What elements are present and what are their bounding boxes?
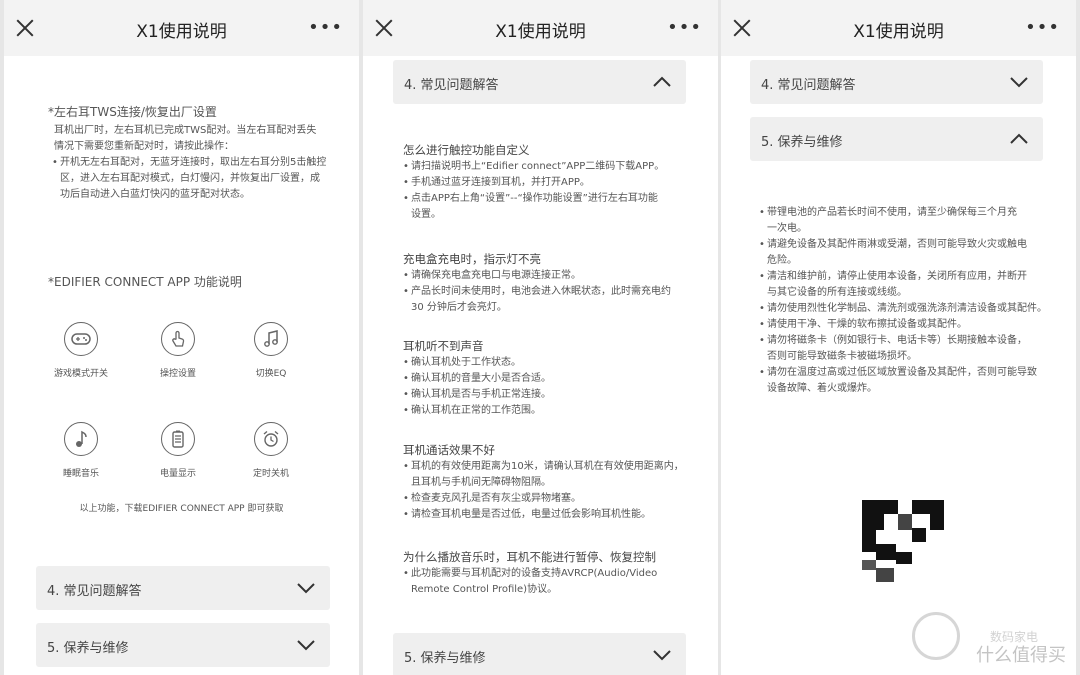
faq-answer: 耳机的有效使用距离为10米，请确认耳机在有效使用距离内，且耳机与手机间无障碍物阻…: [403, 459, 684, 491]
chevron-down-icon: [1010, 77, 1028, 88]
feature-switch-eq[interactable]: 切换EQ: [236, 322, 306, 379]
feature-game-mode[interactable]: 游戏模式开关: [46, 322, 116, 379]
faq-question-5: 为什么播放音乐时，耳机不能进行暂停、恢复控制: [403, 550, 656, 564]
accordion-faq-open[interactable]: 4. 常见问题解答: [393, 60, 686, 104]
chevron-down-icon: [297, 640, 315, 651]
accordion-maintenance-open[interactable]: 5. 保养与维修: [750, 117, 1043, 161]
music-note-icon: [254, 322, 288, 356]
gamepad-icon: [64, 322, 98, 356]
accordion-maintenance[interactable]: 5. 保养与维修: [36, 623, 330, 667]
panel-faq: X1使用说明 ••• 4. 常见问题解答 怎么进行触控功能自定义 请扫描说明书上…: [363, 0, 718, 675]
tws-paragraph: 耳机出厂时，左右耳机已完成TWS配对。当左右耳配对丢失 情况下需要您重新配对时，…: [54, 125, 317, 152]
more-icon[interactable]: •••: [308, 18, 343, 38]
maintenance-tip: 请使用干净、干燥的软布擦拭设备或其配件。: [759, 317, 967, 333]
touch-icon: [161, 322, 195, 356]
page-title: X1使用说明: [853, 22, 944, 42]
maintenance-tip: 请勿将磁条卡（例如银行卡、电话卡等）长期接触本设备，否则可能导致磁条卡被磁场损坏…: [759, 333, 1027, 365]
maintenance-tip: 请避免设备及其配件雨淋或受潮，否则可能导致火灾或触电危险。: [759, 237, 1027, 269]
watermark-text: 什么值得买: [976, 645, 1066, 666]
feature-touch-settings[interactable]: 操控设置: [143, 322, 213, 379]
maintenance-tip: 请勿使用烈性化学制品、清洗剂或强洗涤剂清洁设备或其配件。: [759, 301, 1047, 317]
chevron-down-icon: [653, 650, 671, 661]
app-section-title: *EDIFIER CONNECT APP 功能说明: [48, 275, 242, 289]
chevron-down-icon: [297, 583, 315, 594]
top-bar: X1使用说明 •••: [721, 0, 1076, 56]
accordion-faq[interactable]: 4. 常见问题解答: [36, 566, 330, 610]
faq-answer: 确认耳机的音量大小是否合适。: [403, 371, 551, 387]
tws-section-title: *左右耳TWS连接/恢复出厂设置: [48, 105, 217, 119]
maintenance-tip: 请勿在温度过高或过低区域放置设备及其配件，否则可能导致设备故障、着火或爆炸。: [759, 365, 1037, 397]
app-note: 以上功能，下载EDIFIER CONNECT APP 即可获取: [79, 504, 284, 514]
faq-question-4: 耳机通话效果不好: [403, 443, 495, 457]
maintenance-tip: 清洁和维护前，请停止使用本设备，关闭所有应用，并断开与其它设备的所有连接或线缆。: [759, 269, 1027, 301]
alarm-icon: [254, 422, 288, 456]
panel-overview: X1使用说明 ••• *左右耳TWS连接/恢复出厂设置 耳机出厂时，左右耳机已完…: [4, 0, 359, 675]
qr-code: [862, 500, 944, 582]
faq-answer: 确认耳机是否与手机正常连接。: [403, 387, 551, 403]
maintenance-tip: 带锂电池的产品若长时间不使用，请至少确保每三个月充一次电。: [759, 205, 1017, 237]
feature-sleep-music[interactable]: 睡眠音乐: [46, 422, 116, 479]
chevron-up-icon: [1010, 133, 1028, 144]
faq-question-2: 充电盒充电时，指示灯不亮: [403, 252, 541, 266]
faq-answer: 手机通过蓝牙连接到耳机，并打开APP。: [403, 175, 590, 191]
faq-answer: 产品长时间未使用时，电池会进入休眠状态，此时需充电约30 分钟后才会亮灯。: [403, 284, 671, 316]
faq-answer: 确认耳机在正常的工作范围。: [403, 403, 541, 419]
tws-bullet: 开机无左右耳配对，无蓝牙连接时，取出左右耳分别5击触控 区，进入左右耳配对模式，…: [52, 155, 326, 203]
feature-timer-off[interactable]: 定时关机: [236, 422, 306, 479]
more-icon[interactable]: •••: [667, 18, 702, 38]
note-icon: [64, 422, 98, 456]
faq-answer: 点击APP右上角“设置”--“操作功能设置”进行左右耳功能设置。: [403, 191, 658, 223]
watermark-logo: [912, 612, 960, 660]
chevron-up-icon: [653, 76, 671, 87]
more-icon[interactable]: •••: [1025, 18, 1060, 38]
feature-battery-display[interactable]: 电量显示: [143, 422, 213, 479]
battery-icon: [161, 422, 195, 456]
faq-answer: 确认耳机处于工作状态。: [403, 355, 521, 371]
page-title: X1使用说明: [495, 22, 586, 42]
faq-answer: 检查麦克风孔是否有灰尘或异物堵塞。: [403, 491, 581, 507]
faq-answer: 请确保充电盒充电口与电源连接正常。: [403, 268, 581, 284]
top-bar: X1使用说明 •••: [4, 0, 359, 56]
faq-answer: 请扫描说明书上“Edifier connect”APP二维码下载APP。: [403, 159, 664, 175]
faq-answer: 此功能需要与耳机配对的设备支持AVRCP(Audio/VideoRemote C…: [403, 566, 657, 598]
top-bar: X1使用说明 •••: [363, 0, 718, 56]
faq-question-3: 耳机听不到声音: [403, 339, 484, 353]
accordion-faq[interactable]: 4. 常见问题解答: [750, 60, 1043, 104]
faq-answer: 请检查耳机电量是否过低，电量过低会影响耳机性能。: [403, 507, 651, 523]
faq-question-1: 怎么进行触控功能自定义: [403, 143, 530, 157]
accordion-maintenance[interactable]: 5. 保养与维修: [393, 633, 686, 675]
page-title: X1使用说明: [136, 22, 227, 42]
